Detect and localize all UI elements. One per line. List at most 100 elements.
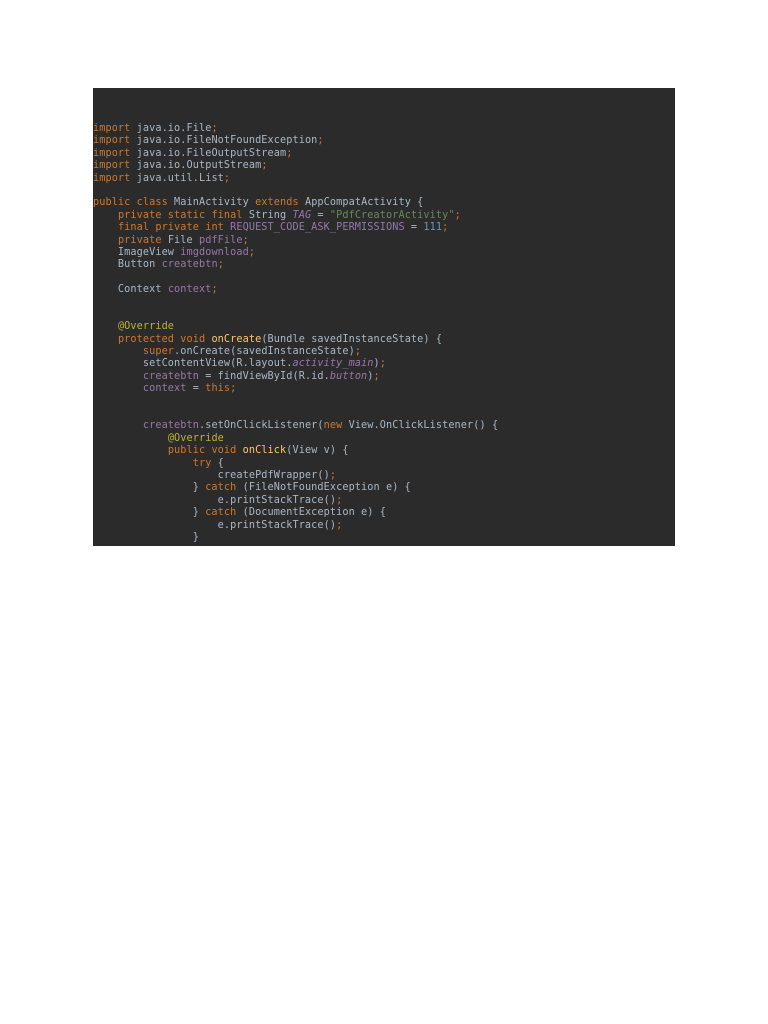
- code-token: this;: [205, 383, 237, 395]
- code-token: import: [93, 160, 137, 172]
- code-line: createbtn = findViewById(R.id.button);: [93, 371, 498, 383]
- code-token: createbtn: [161, 259, 218, 271]
- code-line: context = this;: [93, 383, 498, 395]
- code-token: new: [323, 420, 349, 432]
- code-token: import: [93, 135, 137, 147]
- code-token: public class: [93, 197, 175, 209]
- code-token: try: [192, 457, 218, 469]
- code-token: .onCreate(savedInstanceState): [174, 346, 355, 358]
- code-token: ;: [329, 469, 337, 481]
- code-token: onClick: [242, 445, 287, 457]
- code-token: imgdownload: [180, 246, 249, 258]
- code-screenshot: import java.io.File; import java.io.FileN…: [93, 88, 675, 546]
- code-token: }: [93, 531, 199, 543]
- code-line: e.printStackTrace();: [93, 495, 498, 507]
- code-token: protected void: [117, 333, 212, 345]
- code-token: import: [93, 123, 137, 134]
- code-token: 111: [423, 222, 443, 234]
- code-line: createPdfWrapper();: [93, 470, 498, 482]
- code-token: catch: [205, 482, 243, 494]
- code-line: private static final String TAG = "PdfCr…: [93, 210, 498, 222]
- code-block: import java.io.File; import java.io.FileN…: [93, 123, 498, 544]
- code-line: } catch (DocumentException e) {: [93, 507, 498, 519]
- code-token: ;: [354, 346, 362, 358]
- code-token: ;: [442, 222, 449, 234]
- code-token: ;: [223, 172, 231, 184]
- code-line: }: [93, 532, 498, 544]
- code-token: e.printStackTrace(): [93, 519, 337, 531]
- code-token: onCreate: [211, 333, 262, 345]
- code-line: import java.io.FileOutputStream;: [93, 148, 498, 160]
- code-token: java.io.FileNotFoundException: [136, 135, 318, 147]
- code-line: e.printStackTrace();: [93, 520, 498, 532]
- code-token: e.printStackTrace(): [93, 494, 337, 506]
- code-token: private static final: [117, 209, 249, 221]
- code-token: (View v) {: [286, 445, 349, 457]
- code-line: createbtn.setOnClickListener(new View.On…: [93, 420, 498, 432]
- code-token: {: [217, 457, 224, 469]
- code-token: = findViewById(R.id.: [198, 370, 330, 382]
- code-token: String: [248, 209, 293, 221]
- code-token: MainActivity: [174, 197, 256, 209]
- code-line: protected void onCreate(Bundle savedInst…: [93, 334, 498, 346]
- code-token: createPdfWrapper(): [93, 469, 330, 481]
- code-token: TAG: [292, 209, 312, 221]
- code-token: catch: [205, 507, 243, 519]
- code-token: java.io.File: [136, 123, 212, 134]
- code-line: import java.util.List;: [93, 173, 498, 185]
- page: import java.io.File; import java.io.FileN…: [0, 0, 768, 1024]
- code-token: public void: [167, 445, 243, 457]
- code-token: ;: [248, 246, 256, 258]
- code-token: ;: [454, 209, 461, 221]
- code-token: import: [93, 147, 137, 159]
- code-token: final private int: [117, 222, 231, 234]
- code-token: ;: [286, 147, 293, 159]
- code-line: private File pdfFile;: [93, 235, 498, 247]
- code-token: Context: [93, 284, 168, 296]
- code-line: super.onCreate(savedInstanceState);: [93, 346, 498, 358]
- code-token: View.OnClickListener() {: [348, 420, 499, 432]
- code-line: Context context;: [93, 284, 498, 296]
- code-line: setContentView(R.layout.activity_main);: [93, 358, 498, 370]
- code-line: @Override: [93, 433, 498, 445]
- code-token: java.util.List: [136, 172, 224, 184]
- code-token: setContentView(R.layout.: [93, 358, 293, 370]
- code-token: REQUEST_CODE_ASK_PERMISSIONS: [230, 222, 405, 234]
- code-token: ;: [261, 160, 268, 172]
- code-token: extends: [255, 197, 305, 209]
- code-line: @Override: [93, 321, 498, 333]
- code-token: ;: [336, 494, 343, 506]
- code-line: public void onClick(View v) {: [93, 445, 498, 457]
- code-token: ;: [379, 358, 386, 370]
- code-token: createbtn: [142, 370, 199, 382]
- code-token: }: [93, 482, 206, 494]
- code-line: import java.io.File;: [93, 123, 498, 135]
- code-token: Button: [93, 259, 162, 271]
- code-line: import java.io.OutputStream;: [93, 160, 498, 172]
- code-line: } catch (FileNotFoundException e) {: [93, 482, 498, 494]
- code-token: ;: [336, 519, 343, 531]
- code-line: import java.io.FileNotFoundException;: [93, 135, 498, 147]
- code-token: @Override: [117, 321, 175, 333]
- code-token: ;: [211, 284, 218, 296]
- code-token: java.io.OutputStream: [136, 160, 262, 172]
- code-line: public class MainActivity extends AppCom…: [93, 197, 498, 209]
- code-token: .setOnClickListener(: [198, 420, 324, 432]
- code-token: ImageView: [93, 246, 181, 258]
- code-token: ;: [217, 259, 224, 271]
- code-token: super: [142, 346, 175, 358]
- code-token: "PdfCreatorActivity": [329, 209, 455, 221]
